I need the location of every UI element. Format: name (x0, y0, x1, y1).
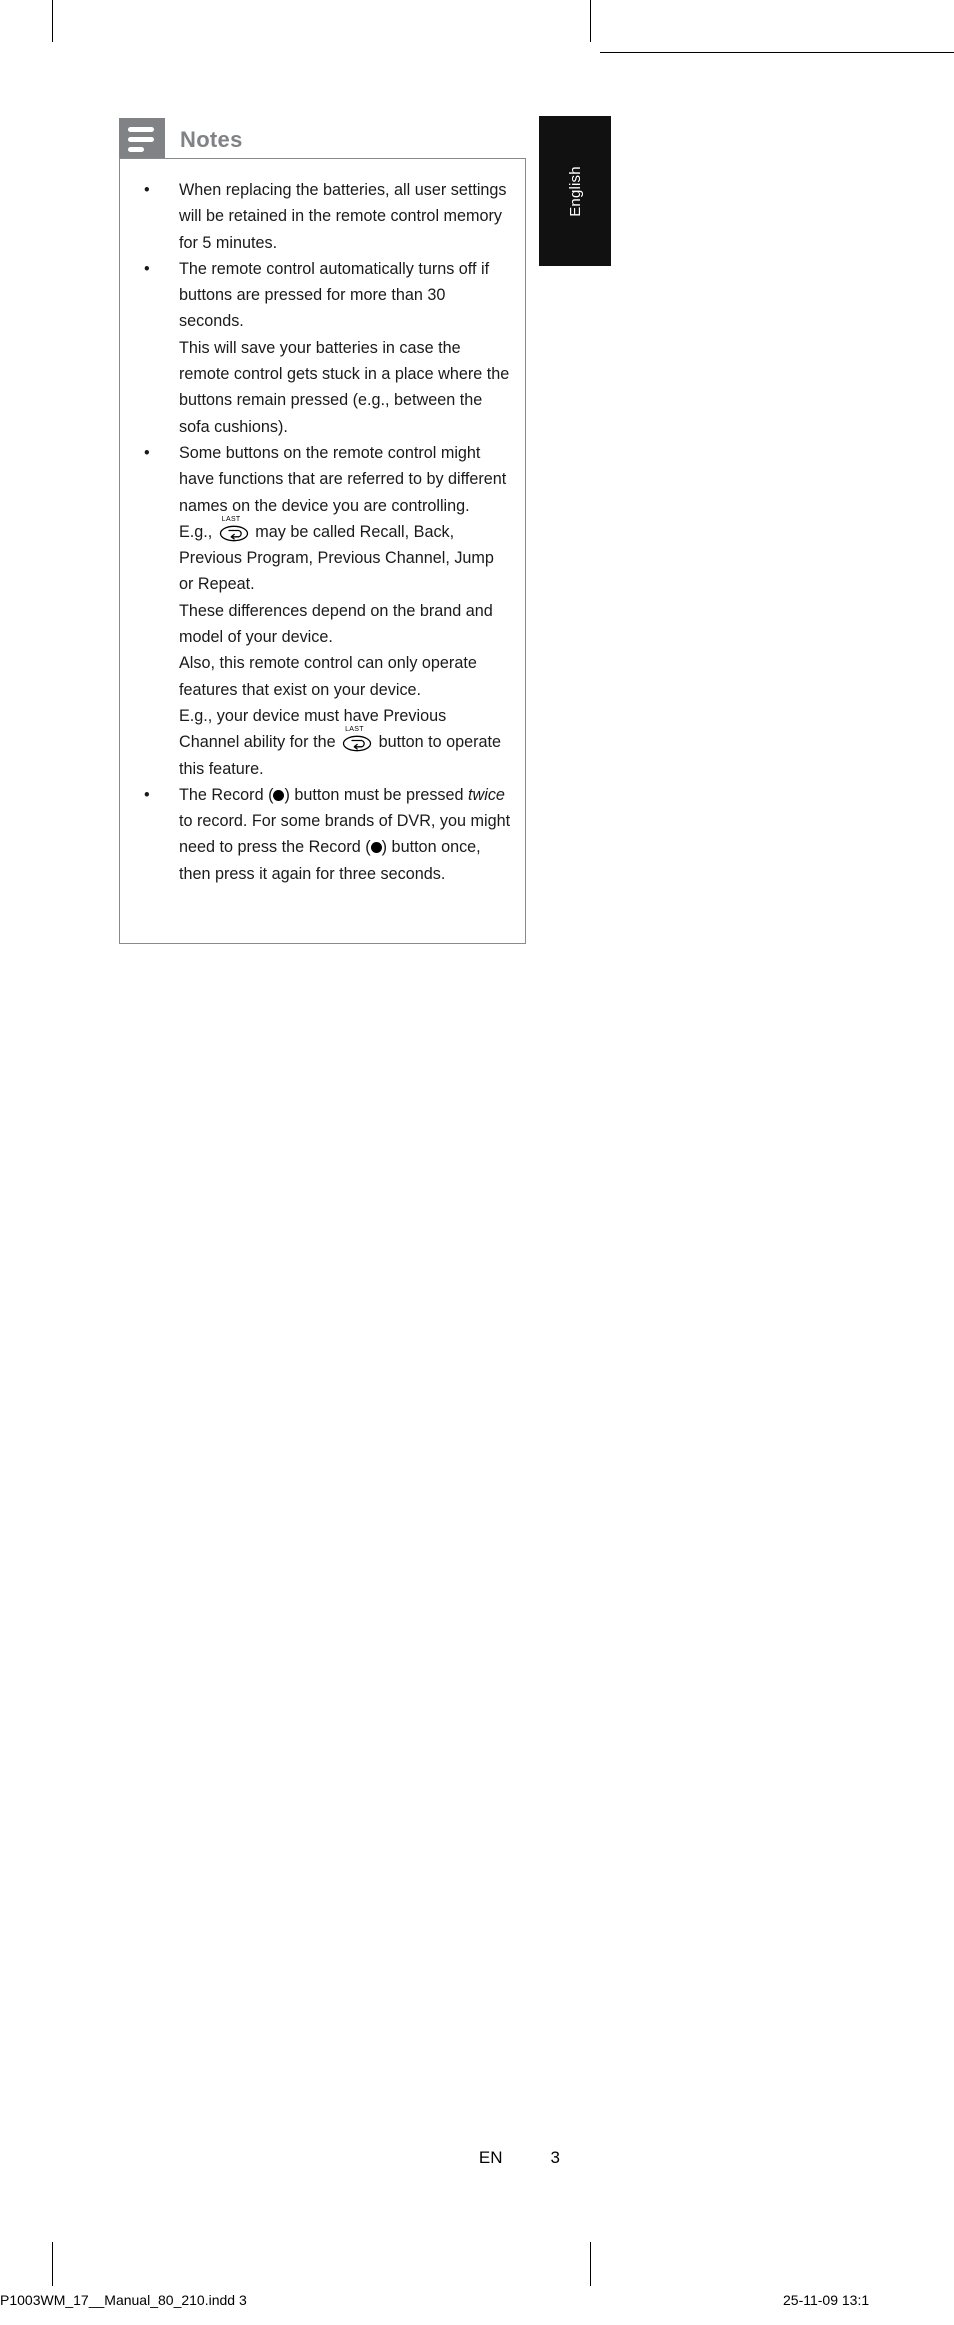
record-mid: ) button must be pressed (284, 785, 469, 804)
print-footer-filename: P1003WM_17__Manual_80_210.indd 3 (0, 2292, 247, 2308)
page-number: 3 (550, 2148, 560, 2167)
last-button-caption: LAST (345, 726, 364, 734)
note-text: When replacing the batteries, all user s… (179, 181, 507, 252)
bullet-icon: • (144, 785, 150, 804)
record-prefix: The Record ( (179, 785, 274, 804)
last-recall-button-icon: LAST (219, 516, 249, 542)
notes-header: Notes (119, 118, 243, 161)
crop-mark-top-right-horizontal (600, 52, 954, 53)
note-text: The remote control automatically turns o… (179, 259, 490, 331)
crop-mark-bottom-right (590, 2242, 591, 2286)
list-item: • The remote control automatically turns… (134, 256, 511, 440)
notes-title: Notes (180, 126, 243, 152)
crop-mark-top-right (590, 0, 591, 42)
note-text: Some buttons on the remote control might… (179, 443, 507, 515)
note-text-continued: This will save your batteries in case th… (179, 338, 510, 436)
note-text-continued: Also, this remote control can only opera… (179, 654, 477, 699)
language-tab: English (539, 116, 611, 266)
last-button-caption: LAST (221, 515, 241, 523)
list-item: • When replacing the batteries, all user… (134, 177, 511, 256)
crop-mark-top-left (52, 0, 53, 42)
note-text-continued: These differences depend on the brand an… (179, 601, 493, 647)
eg-prefix: E.g., (179, 522, 213, 541)
notes-list-icon (119, 118, 165, 161)
page-language-code: EN (478, 2148, 503, 2167)
bullet-icon: • (144, 443, 150, 462)
list-item: • The Record ( ) button must be pressed t… (134, 782, 511, 887)
record-dot-icon (370, 842, 382, 854)
note-text-record: The Record ( ) button must be pressed twi… (179, 782, 511, 887)
list-item: • Some buttons on the remote control mig… (134, 440, 511, 782)
record-dot-icon (273, 789, 285, 801)
notes-list: • When replacing the batteries, all user… (134, 177, 511, 887)
record-emphasis: twice (468, 785, 505, 804)
last-recall-button-icon: LAST (342, 726, 372, 752)
print-footer-timestamp: 25-11-09 13:1 (783, 2292, 870, 2308)
notes-panel: • When replacing the batteries, all user… (119, 158, 526, 944)
note-text-example-last: E.g., LAST may be called Recall, Back, P… (179, 516, 511, 598)
page-footer: EN 3 (0, 2148, 560, 2168)
bullet-icon: • (144, 259, 150, 278)
note-text-example-prevchannel: E.g., your device must have Previous Cha… (179, 703, 511, 782)
crop-mark-bottom-left (52, 2242, 53, 2286)
bullet-icon: • (144, 181, 150, 199)
language-tab-label: English (566, 165, 584, 217)
